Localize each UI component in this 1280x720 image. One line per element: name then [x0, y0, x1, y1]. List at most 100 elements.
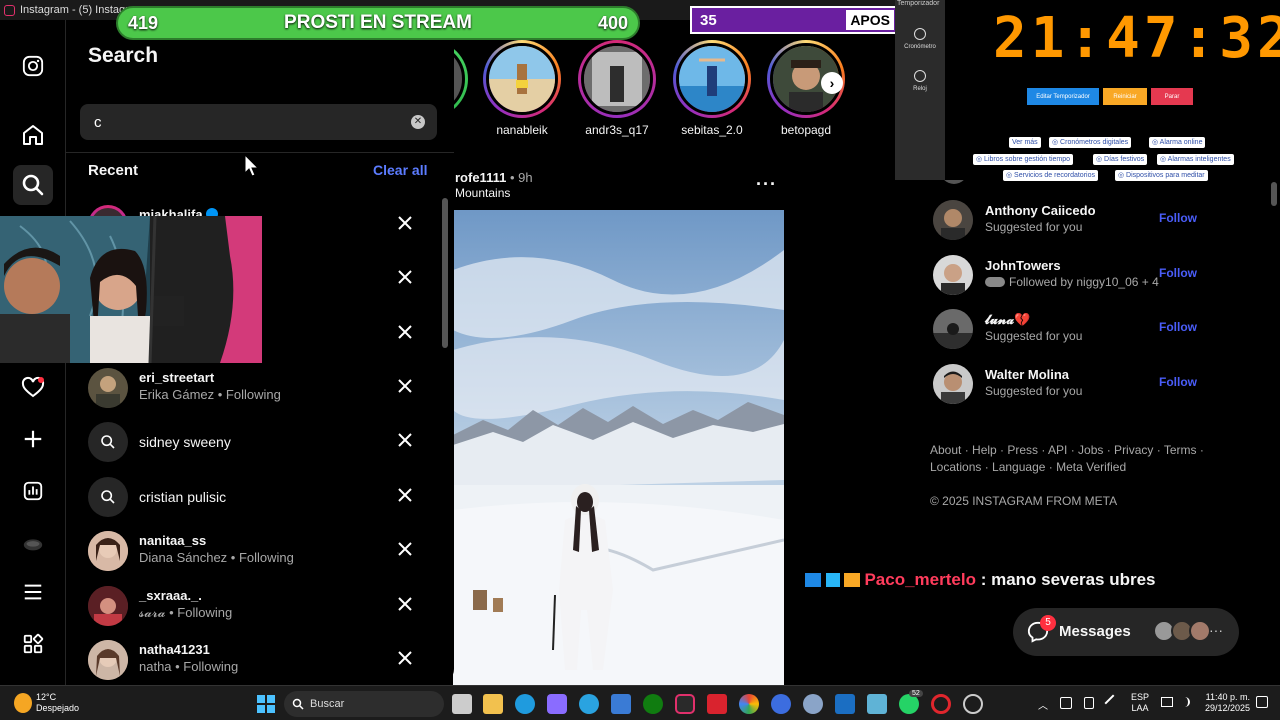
avatar[interactable] [933, 200, 973, 240]
follow-button[interactable]: Follow [1159, 266, 1197, 280]
timer-link[interactable]: ◎ Dispositivos para meditar [1115, 170, 1208, 181]
timer-side-stopwatch[interactable]: Cronómetro [895, 28, 945, 50]
post-header[interactable]: rofe1111 • 9h [455, 170, 533, 185]
remove-recent-icon[interactable] [396, 377, 414, 395]
defender-icon[interactable] [835, 694, 855, 714]
dashboard-icon[interactable] [17, 475, 49, 507]
clear-search-icon[interactable]: ✕ [411, 115, 425, 129]
remove-recent-icon[interactable] [396, 486, 414, 504]
messages-button[interactable]: 5 Messages ··· [1013, 608, 1239, 656]
chevron-up-icon[interactable]: ︿ [1038, 697, 1048, 712]
instagram-logo-icon[interactable] [17, 50, 49, 82]
post-image[interactable] [453, 210, 784, 685]
xbox-icon[interactable] [643, 694, 663, 714]
timer-link[interactable]: Ver más [1009, 137, 1041, 148]
remove-recent-icon[interactable] [396, 595, 414, 613]
chrome-icon[interactable] [739, 694, 759, 714]
search-icon[interactable] [13, 165, 53, 205]
reset-timer-button[interactable]: Reiniciar [1103, 88, 1147, 105]
tray-app-icon[interactable] [1060, 697, 1072, 709]
search-input[interactable] [80, 104, 380, 140]
follow-button[interactable]: Follow [1159, 375, 1197, 389]
timer-link[interactable]: ◎ Libros sobre gestión tiempo [973, 154, 1074, 165]
timer-link[interactable]: ◎ Servicios de recordatorios [1003, 170, 1098, 181]
remove-recent-icon[interactable] [396, 214, 414, 232]
search-box[interactable]: ✕ [80, 104, 437, 140]
timer-link[interactable]: ◎ Días festivos [1093, 154, 1148, 165]
recent-search[interactable]: cristian pulisic [88, 474, 428, 522]
story-item[interactable]: sebitas_2.0 [673, 40, 751, 137]
clock[interactable]: 11:40 p. m. 29/12/2025 [1200, 692, 1250, 714]
stop-timer-button[interactable]: Parar [1151, 88, 1193, 105]
suggestion-name[interactable]: Anthony Caiicedo [985, 203, 1096, 218]
menu-hamburger-icon[interactable] [17, 576, 49, 608]
recent-search[interactable]: sidney sweeny [88, 419, 428, 467]
timer-link[interactable]: ◎ Alarma online [1149, 137, 1206, 148]
follow-button[interactable]: Follow [1159, 211, 1197, 225]
store-icon[interactable] [611, 694, 631, 714]
story-item[interactable]: andr3s_q17 [578, 40, 656, 137]
home-icon[interactable] [17, 119, 49, 151]
whatsapp-icon[interactable] [899, 694, 919, 714]
edge-icon[interactable] [515, 694, 535, 714]
chatgpt-icon[interactable] [963, 694, 983, 714]
remove-recent-icon[interactable] [396, 268, 414, 286]
timer-side-clock[interactable]: Reloj [895, 70, 945, 92]
remove-recent-icon[interactable] [396, 540, 414, 558]
recent-item[interactable]: _sxraaa._. 𝓼𝓪𝓻𝓪 • Following [88, 583, 428, 631]
timer-link[interactable]: ◎ Alarmas inteligentes [1157, 154, 1234, 165]
settings-gear-icon[interactable] [803, 694, 823, 714]
opera-icon[interactable] [931, 694, 951, 714]
taskbar-search[interactable]: Buscar [284, 691, 444, 717]
file-explorer-icon[interactable] [483, 694, 503, 714]
chat-badges-icon [805, 573, 821, 587]
suggestion-name[interactable]: Walter Molina [985, 367, 1069, 382]
copilot-icon[interactable] [547, 694, 567, 714]
more-options-icon[interactable]: ··· [756, 174, 777, 195]
task-view-icon[interactable] [452, 694, 472, 714]
windows-start-icon[interactable] [256, 694, 276, 714]
usb-icon[interactable] [1084, 697, 1094, 709]
recent-item[interactable]: nanitaa_ss Diana Sánchez • Following [88, 528, 428, 576]
post-username[interactable]: rofe1111 [455, 170, 506, 185]
mic-muted-icon[interactable] [1104, 694, 1122, 712]
instagram-taskbar-icon[interactable] [675, 694, 695, 714]
language-indicator[interactable]: ESP LAA [1131, 692, 1149, 714]
chrome-profile-icon[interactable] [771, 694, 791, 714]
page-scrollbar[interactable] [1270, 180, 1278, 680]
recent-item[interactable]: natha41231 natha • Following [88, 637, 428, 685]
goal-title: PROSTI EN STREAM [284, 12, 472, 33]
follow-button[interactable]: Follow [1159, 320, 1197, 334]
app-icon[interactable] [867, 694, 887, 714]
create-plus-icon[interactable] [17, 423, 49, 455]
story-item[interactable]: nanableik [483, 40, 561, 137]
remove-recent-icon[interactable] [396, 323, 414, 341]
footer-links[interactable]: About · Help · Press · API · Jobs · Priv… [930, 443, 1204, 457]
volume-icon[interactable] [1180, 697, 1190, 707]
bet-value: 35 [700, 11, 717, 29]
clear-all-button[interactable]: Clear all [373, 162, 427, 178]
remove-recent-icon[interactable] [396, 649, 414, 667]
weather-icon [14, 693, 32, 713]
profile-avatar-icon[interactable] [17, 527, 49, 559]
avatar[interactable] [933, 255, 973, 295]
recent-item[interactable]: eri_streetart Erika Gámez • Following [88, 365, 428, 413]
weather-widget[interactable]: 12°C Despejado [36, 692, 79, 714]
edit-timer-button[interactable]: Editar Temporizador [1027, 88, 1099, 105]
also-from-meta-icon[interactable] [17, 628, 49, 660]
suggestion-name[interactable]: 𝓵𝓾𝓷𝓪💔 [985, 312, 1030, 328]
telegram-icon[interactable] [579, 694, 599, 714]
stories-next-button[interactable]: › [821, 72, 843, 94]
wps-icon[interactable] [707, 694, 727, 714]
timer-link[interactable]: ◎ Cronómetros digitales [1049, 137, 1132, 148]
heart-notifications-icon[interactable] [17, 372, 49, 404]
notifications-bell-icon[interactable] [1256, 696, 1268, 708]
network-icon[interactable] [1161, 697, 1173, 707]
avatar[interactable] [933, 364, 973, 404]
suggestion-name[interactable]: JohnTowers [985, 258, 1061, 273]
remove-recent-icon[interactable] [396, 431, 414, 449]
post-location[interactable]: Mountains [455, 186, 510, 200]
footer-links-2[interactable]: Locations · Language · Meta Verified [930, 460, 1126, 474]
search-scrollbar[interactable] [441, 170, 449, 700]
avatar[interactable] [933, 309, 973, 349]
